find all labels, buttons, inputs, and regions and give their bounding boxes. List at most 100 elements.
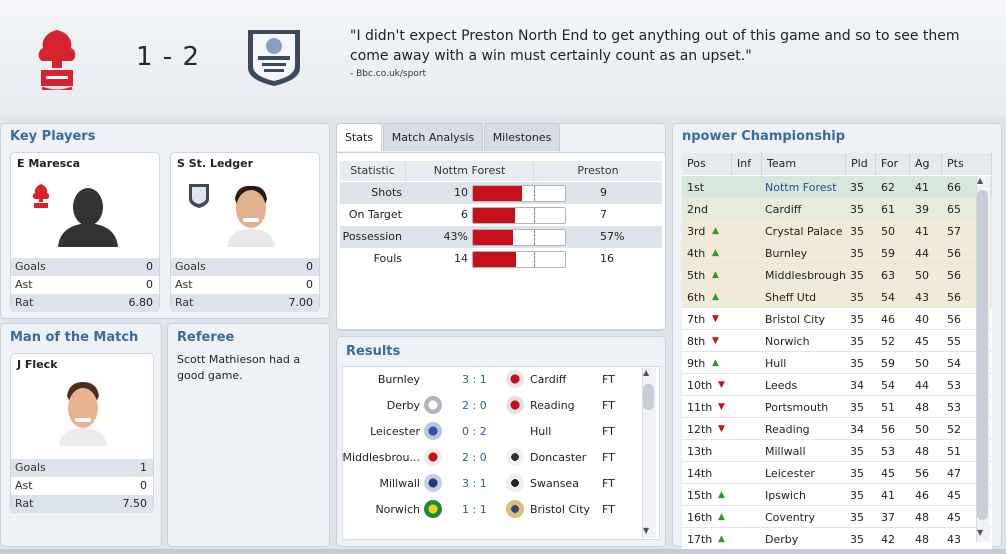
table-header-for[interactable]: For: [876, 153, 910, 175]
referee-text: Scott Mathieson had a good game.: [177, 353, 301, 382]
cell-for: 59: [881, 357, 895, 370]
cell-ag: 50: [915, 269, 929, 282]
cell-ag: 56: [915, 467, 929, 480]
stat-row-possession: Possession 43% 57%: [340, 226, 662, 248]
table-header-pos[interactable]: Pos: [682, 153, 732, 175]
table-header-inf[interactable]: Inf: [732, 153, 762, 175]
table-row[interactable]: 12th Reading 34 56 50 52 ▼: [682, 418, 992, 440]
cell-for: 45: [881, 467, 895, 480]
table-row[interactable]: 16th Coventry 35 37 48 45 ▲: [682, 506, 992, 528]
table-row[interactable]: 9th Hull 35 59 50 54 ▲: [682, 352, 992, 374]
cell-for: 61: [881, 203, 895, 216]
cell-team[interactable]: Millwall: [765, 445, 806, 458]
move-up-icon: ▲: [718, 490, 725, 500]
cell-pld: 35: [850, 247, 864, 260]
cell-ag: 40: [915, 313, 929, 326]
cell-team[interactable]: Bristol City: [765, 313, 825, 326]
cell-pos: 6th: [687, 291, 706, 304]
move-up-icon: ▲: [712, 226, 719, 236]
table-row[interactable]: 5th Middlesbrough 35 63 50 56 ▲: [682, 264, 992, 286]
cell-pos: 12th: [687, 423, 713, 436]
player-card-maresca[interactable]: E Maresca Goals 0 Ast 0 Rat 6.80: [10, 152, 160, 312]
cell-ag: 41: [915, 225, 929, 238]
cell-team[interactable]: Crystal Palace: [765, 225, 843, 238]
move-up-icon: ▲: [712, 248, 719, 258]
results-title: Results: [346, 344, 401, 359]
cell-ag: 48: [915, 445, 929, 458]
cell-ag: 41: [915, 181, 929, 194]
table-row[interactable]: 14th Leicester 35 45 56 47: [682, 462, 992, 484]
player-photo-icon: [227, 185, 275, 247]
result-row[interactable]: Burnley 3 : 1 Cardiff FT: [340, 367, 640, 393]
cell-team[interactable]: Burnley: [765, 247, 807, 260]
cell-team[interactable]: Leicester: [765, 467, 815, 480]
table-row[interactable]: 8th Norwich 35 52 45 55 ▼: [682, 330, 992, 352]
cell-team[interactable]: Ipswich: [765, 489, 806, 502]
table-row[interactable]: 10th Leeds 34 54 44 53 ▼: [682, 374, 992, 396]
player-name: S St. Ledger: [177, 157, 254, 170]
result-row[interactable]: Derby 2 : 0 Reading FT: [340, 393, 640, 419]
quote-source: - Bbc.co.uk/sport: [350, 69, 427, 79]
cell-pts: 65: [947, 203, 961, 216]
tab-milestones[interactable]: Milestones: [484, 123, 560, 151]
table-row[interactable]: 11th Portsmouth 35 51 48 53 ▼: [682, 396, 992, 418]
table-row[interactable]: 6th Sheff Utd 35 54 43 56 ▲: [682, 286, 992, 308]
stat-row-ast: Ast 0: [175, 278, 313, 291]
table-row[interactable]: 2nd Cardiff 35 61 39 65: [682, 198, 992, 220]
scroll-up-arrow-icon[interactable]: ▲: [643, 368, 649, 377]
club-badge-icon: [506, 448, 524, 466]
table-row[interactable]: 1st Nottm Forest 35 62 41 66: [682, 176, 992, 198]
table-header-pld[interactable]: Pld: [846, 153, 876, 175]
cell-ag: 44: [915, 247, 929, 260]
match-score: 1 - 2: [136, 42, 200, 72]
tab-stats[interactable]: Stats: [336, 123, 382, 151]
table-row[interactable]: 13th Millwall 35 53 48 51: [682, 440, 992, 462]
table-scroll-thumb[interactable]: [977, 190, 988, 520]
cell-team[interactable]: Middlesbrough: [765, 269, 846, 282]
table-header-team[interactable]: Team: [762, 153, 846, 175]
stat-row-fouls: Fouls 14 16: [340, 248, 662, 270]
stat-row-rat: Rat 7.00: [171, 294, 319, 312]
cell-pos: 9th: [687, 357, 706, 370]
nottm-forest-crest-icon: [38, 30, 76, 90]
cell-team[interactable]: Derby: [765, 533, 798, 546]
table-row[interactable]: 3rd Crystal Palace 35 50 41 57 ▲: [682, 220, 992, 242]
cell-pts: 45: [947, 511, 961, 524]
cell-team[interactable]: Nottm Forest: [765, 181, 837, 194]
cell-team[interactable]: Cardiff: [765, 203, 801, 216]
tab-match-analysis[interactable]: Match Analysis: [383, 123, 483, 151]
result-row[interactable]: Leicester 0 : 2 Hull FT: [340, 419, 640, 445]
club-badge-icon: [424, 448, 442, 466]
cell-for: 46: [881, 313, 895, 326]
cell-team[interactable]: Norwich: [765, 335, 810, 348]
cell-team[interactable]: Portsmouth: [765, 401, 828, 414]
table-header-pts[interactable]: Pts: [942, 153, 992, 175]
table-row[interactable]: 4th Burnley 35 59 44 56 ▲: [682, 242, 992, 264]
player-card-fleck[interactable]: J Fleck Goals 1 Ast 0 Rat 7.50: [10, 353, 154, 513]
stats-header-statistic: Statistic: [340, 161, 406, 181]
result-row[interactable]: Millwall 3 : 1 Swansea FT: [340, 471, 640, 497]
cell-team[interactable]: Sheff Utd: [765, 291, 816, 304]
cell-pos: 2nd: [687, 203, 708, 216]
cell-for: 50: [881, 225, 895, 238]
move-down-icon: ▼: [718, 424, 725, 434]
scroll-up-arrow-icon[interactable]: ▲: [977, 176, 983, 185]
cell-team[interactable]: Reading: [765, 423, 810, 436]
player-card-stledger[interactable]: S St. Ledger Goals 0 Ast 0 Rat 7.00: [170, 152, 320, 312]
scroll-down-arrow-icon[interactable]: ▼: [977, 528, 983, 537]
cell-pts: 53: [947, 401, 961, 414]
table-header-ag[interactable]: Ag: [910, 153, 942, 175]
result-row[interactable]: Norwich 1 : 1 Bristol City FT: [340, 497, 640, 523]
table-row[interactable]: 15th Ipswich 35 41 46 45 ▲: [682, 484, 992, 506]
scroll-down-arrow-icon[interactable]: ▼: [643, 526, 649, 535]
referee-title: Referee: [177, 330, 235, 345]
cell-team[interactable]: Leeds: [765, 379, 797, 392]
cell-pos: 3rd: [687, 225, 706, 238]
table-row[interactable]: 7th Bristol City 35 46 40 56 ▼: [682, 308, 992, 330]
table-row[interactable]: 17th Derby 35 42 48 43 ▲: [682, 528, 992, 550]
result-row[interactable]: Middlesbrou... 2 : 0 Doncaster FT: [340, 445, 640, 471]
cell-team[interactable]: Coventry: [765, 511, 815, 524]
move-down-icon: ▼: [718, 380, 725, 390]
cell-team[interactable]: Hull: [765, 357, 786, 370]
results-scroll-thumb[interactable]: [643, 384, 654, 410]
